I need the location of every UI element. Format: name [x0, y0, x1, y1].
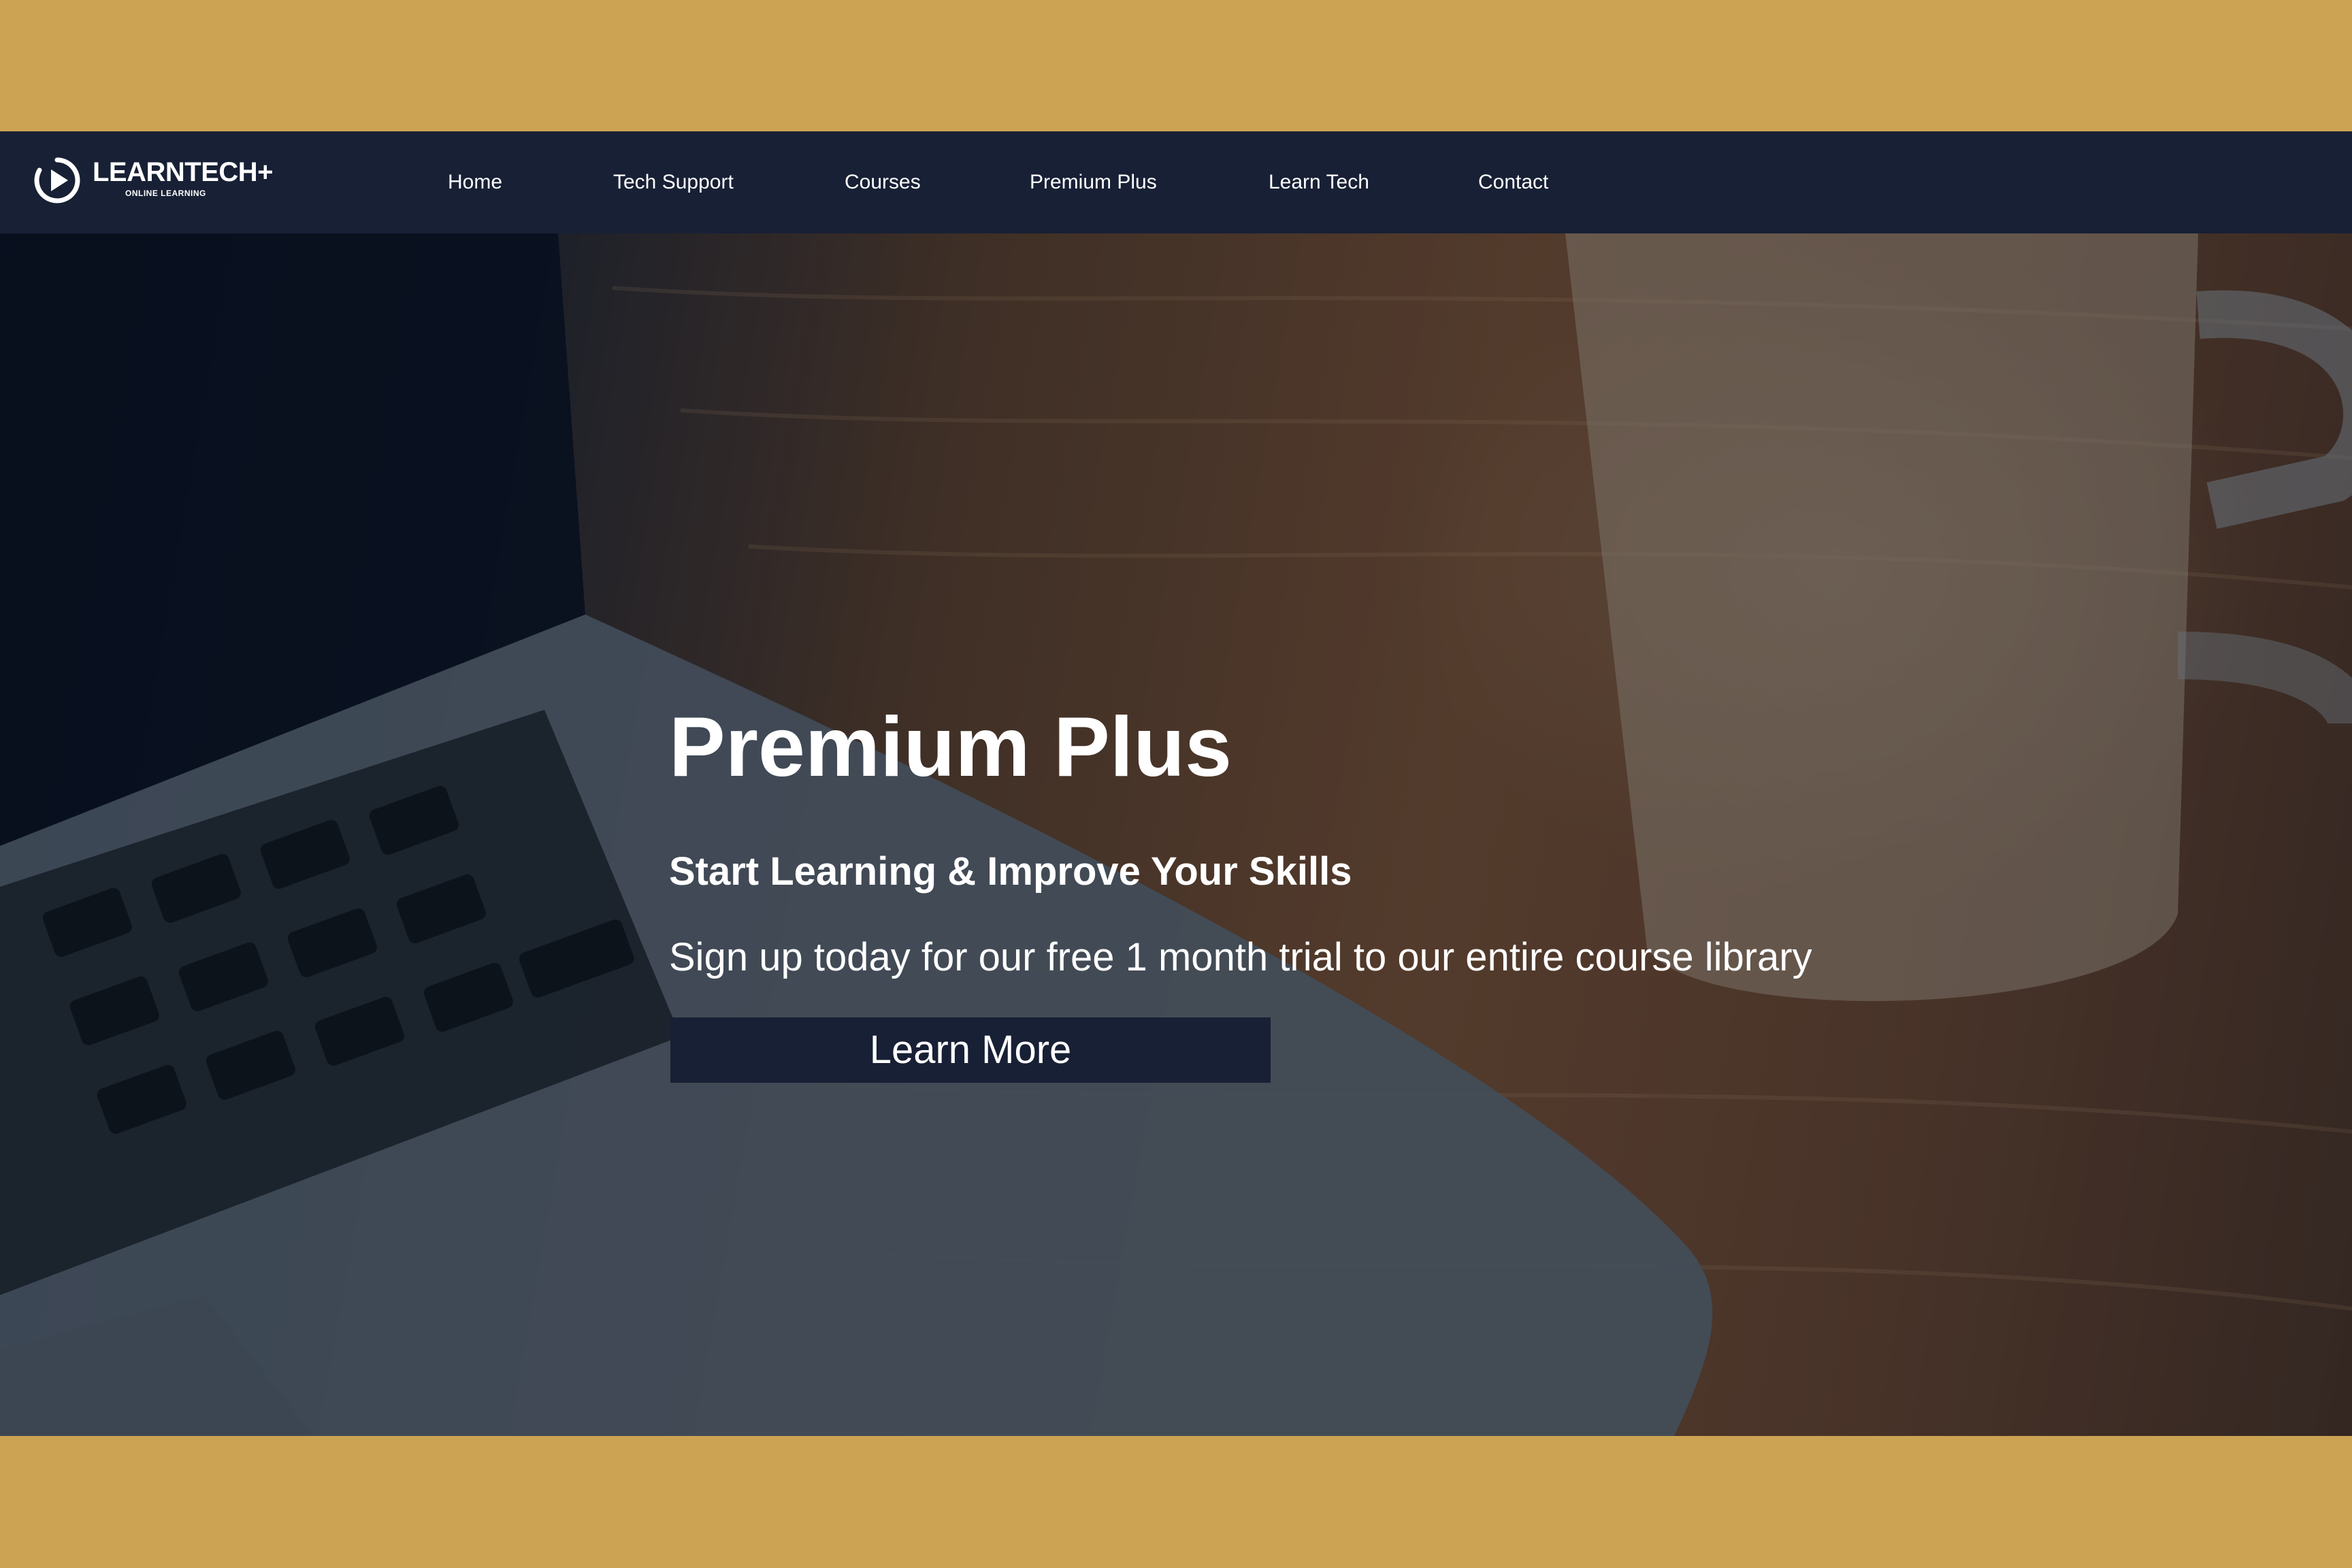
hero-title: Premium Plus — [669, 700, 1232, 794]
nav-item-tech-support[interactable]: Tech Support — [613, 167, 734, 198]
brand-logo[interactable]: LEARNTECH+ ONLINE LEARNING — [33, 152, 278, 213]
top-frame-border — [0, 0, 2352, 131]
hero-description: Sign up today for our free 1 month trial… — [669, 935, 1812, 979]
brand-tagline: ONLINE LEARNING — [125, 189, 206, 198]
brand-name: LEARNTECH+ — [93, 157, 274, 187]
nav-item-premium-plus[interactable]: Premium Plus — [1030, 167, 1157, 198]
learn-more-button[interactable]: Learn More — [670, 1017, 1271, 1083]
nav-item-learn-tech[interactable]: Learn Tech — [1269, 167, 1369, 198]
nav-item-contact[interactable]: Contact — [1478, 167, 1548, 198]
hero-dark-overlay — [0, 233, 2352, 1436]
hero-banner: Premium Plus Start Learning & Improve Yo… — [0, 233, 2352, 1436]
hero-subtitle: Start Learning & Improve Your Skills — [669, 849, 1352, 894]
bottom-frame-border — [0, 1436, 2352, 1568]
play-circle-icon — [34, 157, 80, 203]
navbar: LEARNTECH+ ONLINE LEARNING Home Tech Sup… — [0, 131, 2352, 233]
nav-item-home[interactable]: Home — [448, 167, 502, 198]
nav-item-courses[interactable]: Courses — [845, 167, 921, 198]
